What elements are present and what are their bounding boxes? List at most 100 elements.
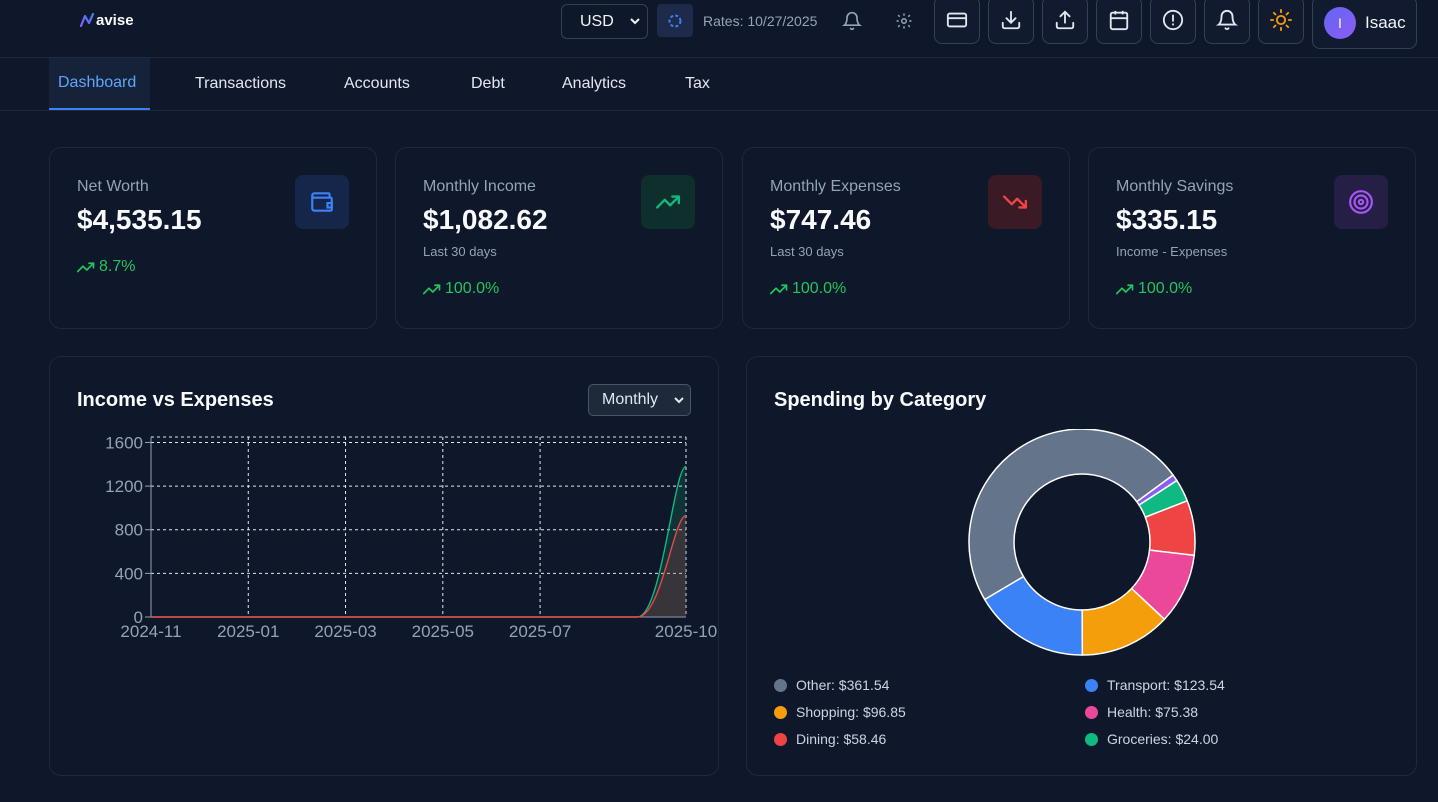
legend-label: Groceries: $24.00 [1107,731,1219,747]
x-tick-label: 2024-11 [120,622,181,641]
x-tick-label: 2025-07 [509,622,571,641]
calendar-button[interactable] [1096,0,1142,44]
stat-trend-value: 100.0% [792,280,847,297]
stat-value: $4,535.15 [77,204,202,235]
tab-dashboard[interactable]: Dashboard [49,58,150,110]
y-tick-label: 1200 [105,477,143,496]
stat-label: Net Worth [77,178,149,195]
trending-down-icon [1002,195,1028,209]
upload-icon [1055,10,1075,30]
rates-date: Rates: 10/27/2025 [703,13,818,29]
currency-select[interactable]: USD [561,4,648,39]
stat-card-monthly-expenses: Monthly Expenses $747.46 Last 30 days 10… [742,147,1070,329]
legend-item[interactable]: Shopping: $96.85 [774,704,906,720]
stat-card-monthly-income: Monthly Income $1,082.62 Last 30 days 10… [395,147,723,329]
reminders-button[interactable] [1204,0,1250,44]
y-tick-label: 800 [115,521,143,540]
trending-up-icon [655,195,681,209]
trending-up-icon [1116,284,1134,295]
stat-label: Monthly Expenses [770,178,901,195]
trending-up-icon [423,284,441,295]
legend-swatch [774,678,787,692]
stat-trend-value: 100.0% [1138,280,1193,297]
logo-text: avise [96,11,134,29]
stat-icon-box [295,175,349,229]
stat-value: $1,082.62 [423,204,548,235]
income-expenses-panel: Income vs Expenses Monthly 2024-11 2025-0… [49,356,719,776]
alert-circle-icon [1162,9,1184,31]
series-line-income [151,465,687,618]
cards-button[interactable] [934,0,980,44]
app-logo[interactable]: avise [80,10,134,30]
notifications-button[interactable] [840,9,864,33]
tab-tax[interactable]: Tax [685,58,710,110]
settings-button[interactable] [893,10,915,32]
logo-mark-icon [80,13,94,27]
download-button[interactable] [988,0,1034,44]
target-icon [1349,190,1373,214]
legend-swatch [1085,732,1098,746]
main-nav: Dashboard Transactions Accounts Debt Ana… [0,58,1438,111]
tab-analytics[interactable]: Analytics [562,58,626,110]
y-tick-label: 400 [115,564,143,583]
gear-icon [896,13,912,29]
series-line-expenses [151,514,687,618]
stat-icon-box [641,175,695,229]
series-area-income [151,466,686,617]
legend-item[interactable]: Health: $75.38 [1085,704,1198,720]
spending-donut-chart [968,429,1196,656]
stat-subtitle: Income - Expenses [1116,244,1228,259]
legend-item[interactable]: Other: $361.54 [774,677,889,693]
bell-icon [842,11,862,31]
legend-label: Dining: $58.46 [796,731,887,747]
stat-value: $747.46 [770,204,872,235]
trending-up-icon [770,284,788,295]
user-menu-button[interactable]: I Isaac [1312,0,1417,49]
x-tick-label: 2025-01 [217,622,279,641]
period-select[interactable]: Monthly [588,384,691,416]
legend-item[interactable]: Transport: $123.54 [1085,677,1225,693]
credit-card-icon [946,12,968,28]
alerts-button[interactable] [1150,0,1196,44]
stat-trend-value: 8.7% [99,258,136,275]
x-tick-label: 2025-10 [655,622,717,641]
avatar: I [1324,6,1356,39]
stat-trend: 8.7% [77,258,135,276]
panel-title: Spending by Category [774,389,987,411]
legend-item[interactable]: Dining: $58.46 [774,731,886,747]
chevron-down-icon [630,18,640,25]
period-value: Monthly [602,391,659,408]
currency-value: USD [580,12,614,30]
series-area-expenses [151,515,686,617]
sun-icon [1270,9,1292,31]
tab-transactions[interactable]: Transactions [195,58,286,110]
refresh-rates-button[interactable] [657,4,693,37]
stat-label: Monthly Income [423,178,536,195]
legend-label: Other: $361.54 [796,677,890,693]
legend-swatch [774,732,787,746]
y-tick-label: 1600 [105,433,143,452]
stat-trend: 100.0% [423,280,499,298]
trending-up-icon [77,262,95,273]
spending-category-panel: Spending by Category Other: $361.54 Trans… [746,356,1417,776]
panel-title: Income vs Expenses [77,389,274,411]
download-icon [1001,10,1021,30]
stat-trend-value: 100.0% [445,280,500,297]
legend-item[interactable]: Groceries: $24.00 [1085,731,1218,747]
tab-debt[interactable]: Debt [471,58,505,110]
income-expenses-chart: 2024-11 2025-01 2025-03 2025-05 2025-07 2025-… [105,433,717,641]
legend-swatch [774,705,787,719]
theme-toggle-button[interactable] [1258,0,1304,44]
chevron-down-icon [674,397,684,404]
stat-subtitle: Last 30 days [423,244,497,259]
stat-trend: 100.0% [1116,280,1192,298]
stat-trend: 100.0% [770,280,846,298]
upload-button[interactable] [1042,0,1088,44]
y-tick-label: 0 [134,608,143,627]
legend-label: Health: $75.38 [1107,704,1199,720]
x-tick-label: 2025-05 [412,622,474,641]
tab-accounts[interactable]: Accounts [344,58,410,110]
stat-value: $335.15 [1116,204,1218,235]
legend-swatch [1085,705,1098,719]
wallet-icon [311,192,333,212]
